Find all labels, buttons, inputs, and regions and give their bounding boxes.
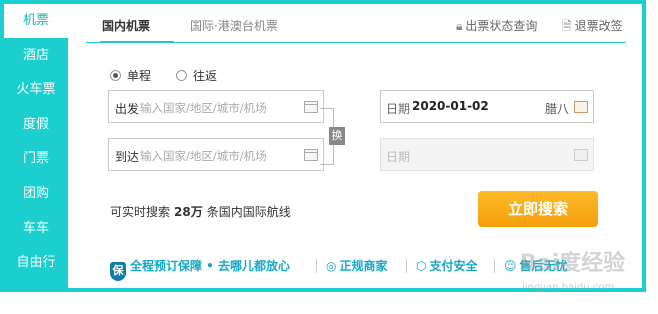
return-date-input[interactable]: 日期	[380, 138, 594, 171]
watermark-logo: Bai度经验	[520, 251, 626, 276]
calendar-icon[interactable]	[574, 101, 588, 113]
tab-domestic[interactable]: 国内机票	[102, 17, 150, 34]
radio-unchecked-icon	[176, 70, 187, 81]
badge-icon: ◎	[326, 259, 337, 273]
round-trip-radio[interactable]: 往返	[176, 67, 217, 84]
route-count-prefix: 可实时搜索	[110, 205, 171, 219]
calendar-icon[interactable]	[574, 149, 588, 161]
arrival-label: 到达	[115, 150, 140, 164]
document-icon: 🗎	[562, 19, 572, 33]
sidebar-item-vacation[interactable]: 度假	[4, 108, 68, 143]
divider	[494, 259, 495, 273]
one-way-radio[interactable]: 单程	[110, 67, 151, 84]
arrival-placeholder: 输入国家/地区/城市/机场	[140, 149, 267, 163]
arrival-city-input[interactable]: 到达 输入国家/地区/城市/机场	[108, 138, 324, 171]
sidebar: 机票 酒店 火车票 度假 门票 团购 车车 自由行	[4, 4, 68, 288]
sidebar-item-free-travel[interactable]: 自由行	[4, 246, 68, 281]
one-way-label: 单程	[127, 69, 152, 83]
support-icon: ☺	[504, 259, 517, 273]
lock-icon: 🔒︎	[456, 19, 463, 33]
sidebar-item-cars[interactable]: 车车	[4, 212, 68, 247]
search-button[interactable]: 立即搜索	[478, 191, 598, 227]
departure-date-input[interactable]: 日期 2020-01-02 腊八	[380, 90, 594, 123]
sidebar-item-trains[interactable]: 火车票	[4, 73, 68, 108]
feature-guarantee: 保全程预订保障 • 去哪儿都放心	[110, 257, 290, 281]
refund-label: 退票改签	[574, 19, 623, 33]
shield-icon: 保	[110, 262, 126, 281]
sidebar-item-flights[interactable]: 机票	[4, 4, 68, 39]
tab-active-indicator	[100, 41, 174, 43]
departure-date-value: 2020-01-02	[412, 99, 489, 113]
sidebar-item-hotels[interactable]: 酒店	[4, 39, 68, 74]
route-count-number: 28万	[174, 205, 203, 219]
divider	[406, 259, 407, 273]
route-count-info: 可实时搜索 28万 条国内国际航线	[110, 203, 291, 220]
city-picker-icon[interactable]	[304, 149, 318, 161]
city-picker-icon[interactable]	[304, 101, 318, 113]
feature-payment: ⬡ 支付安全	[416, 257, 478, 274]
tab-bar: 国内机票 国际·港澳台机票 🔒︎ 出票状态查询 🗎 退票改签	[86, 10, 626, 43]
lunar-date-label: 腊八	[544, 102, 569, 116]
route-count-suffix: 条国内国际航线	[206, 205, 291, 219]
swap-cities-button[interactable]: 换	[329, 127, 345, 145]
departure-label: 出发	[115, 102, 140, 116]
ticket-status-link[interactable]: 🔒︎ 出票状态查询	[456, 17, 537, 34]
sidebar-item-group-buy[interactable]: 团购	[4, 177, 68, 212]
shield-check-icon: ⬡	[416, 259, 427, 273]
feature-guarantee-label: 全程预订保障 • 去哪儿都放心	[130, 259, 291, 273]
ticket-status-label: 出票状态查询	[465, 19, 538, 33]
refund-link[interactable]: 🗎 退票改签	[562, 17, 623, 38]
watermark-url: jingyan.baidu.com	[522, 282, 615, 293]
feature-merchant-label: 正规商家	[339, 259, 388, 273]
departure-city-input[interactable]: 出发 输入国家/地区/城市/机场	[108, 90, 324, 123]
round-trip-label: 往返	[193, 69, 218, 83]
feature-merchant: ◎ 正规商家	[326, 257, 388, 274]
divider	[316, 259, 317, 273]
departure-placeholder: 输入国家/地区/城市/机场	[140, 101, 267, 115]
tab-international[interactable]: 国际·港澳台机票	[190, 17, 278, 34]
sidebar-item-tickets[interactable]: 门票	[4, 142, 68, 177]
departure-date-label: 日期	[386, 102, 411, 116]
radio-checked-icon	[110, 70, 121, 81]
feature-payment-label: 支付安全	[429, 259, 478, 273]
return-date-label: 日期	[386, 150, 411, 164]
